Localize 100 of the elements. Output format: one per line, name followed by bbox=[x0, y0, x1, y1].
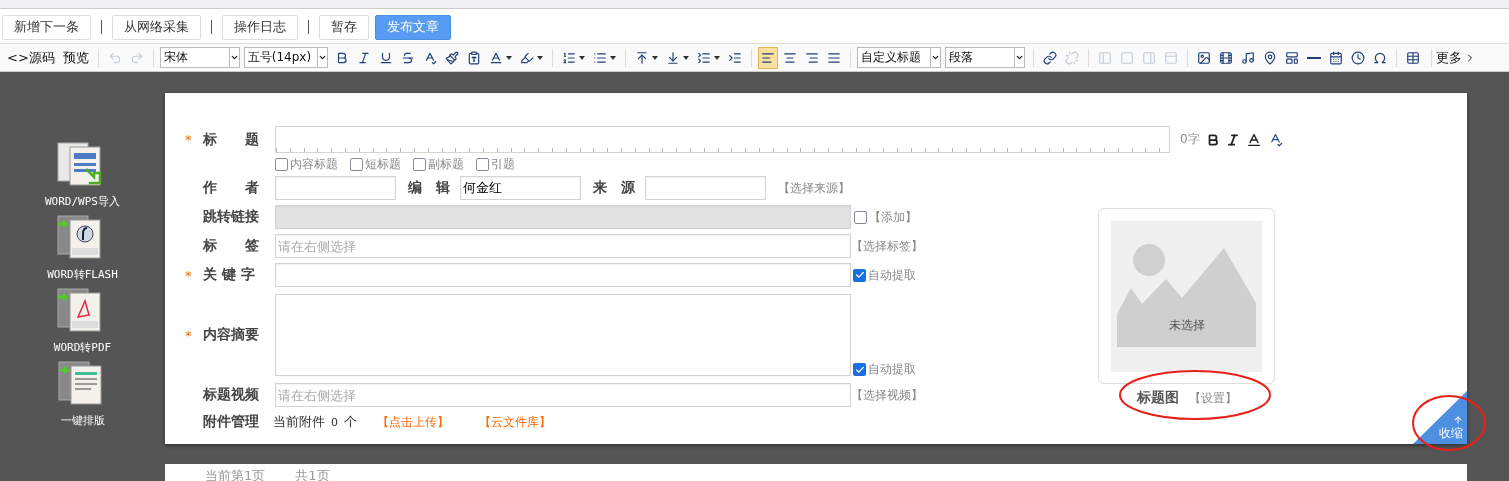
checkbox-label: 引题 bbox=[491, 155, 515, 173]
omega-icon bbox=[1372, 50, 1387, 65]
float-right-icon bbox=[1141, 50, 1156, 65]
select-video-link[interactable]: 【选择视频】 bbox=[851, 386, 923, 404]
sidebar-item[interactable]: WORD转FLASH bbox=[47, 214, 118, 282]
image-icon bbox=[1196, 50, 1211, 65]
checkbox[interactable] bbox=[853, 268, 866, 282]
sidebar-item[interactable]: WORD/WPS导入 bbox=[45, 141, 120, 209]
action-button[interactable]: 从网络采集 bbox=[112, 14, 201, 40]
field-label: 作 者 bbox=[203, 179, 259, 197]
sidebar-item[interactable]: 一键排版 bbox=[56, 360, 109, 428]
dropdown-arrow-icon bbox=[228, 48, 239, 67]
dropdown-arrow-icon bbox=[929, 48, 940, 67]
thumbnail-label: 标题图 bbox=[1136, 389, 1179, 407]
line-height-icon bbox=[696, 50, 711, 65]
required-asterisk: * bbox=[185, 132, 193, 147]
field-label: 标 题 bbox=[203, 130, 259, 149]
thumbnail-frame[interactable]: 未选择 bbox=[1098, 208, 1275, 384]
checkbox-label: 副标题 bbox=[428, 155, 464, 173]
attachment-count: 0 bbox=[331, 415, 338, 429]
map-pin-icon bbox=[1262, 50, 1277, 65]
attachment-unit: 个 bbox=[344, 413, 357, 431]
checkbox-label: 短标题 bbox=[365, 155, 401, 173]
bullet-list-icon bbox=[592, 50, 607, 65]
character-count: 0字 bbox=[1180, 131, 1200, 148]
table-icon bbox=[1405, 50, 1420, 65]
set-thumbnail-link[interactable]: 【设置】 bbox=[1188, 389, 1237, 407]
tags-input[interactable]: 请在右侧选择 bbox=[275, 234, 851, 258]
undo-icon bbox=[107, 50, 122, 65]
checkbox-label: 自动提取 bbox=[868, 361, 916, 378]
field-label: 标 签 bbox=[203, 237, 259, 255]
sidebar-item[interactable]: WORD转PDF bbox=[53, 287, 112, 355]
checkbox[interactable] bbox=[853, 363, 866, 376]
select-tags-link[interactable]: 【选择标签】 bbox=[851, 237, 923, 255]
font-color-icon[interactable] bbox=[1245, 131, 1262, 148]
horizontal-line-icon bbox=[1306, 56, 1321, 59]
align-justify-icon bbox=[826, 50, 841, 65]
link-icon bbox=[1042, 50, 1057, 65]
video-input[interactable]: 请在右侧选择 bbox=[275, 383, 851, 407]
toolbar-text-button[interactable]: <>源码 bbox=[4, 48, 58, 67]
dropdown-arrow-icon bbox=[316, 48, 327, 67]
action-button[interactable]: 新增下一条 bbox=[2, 14, 91, 40]
italic-icon[interactable] bbox=[1225, 132, 1240, 147]
space-after-icon bbox=[665, 50, 680, 65]
field-label: 来 源 bbox=[593, 179, 635, 197]
checkbox[interactable] bbox=[476, 157, 489, 171]
checkbox-label: 自动提取 bbox=[868, 266, 916, 284]
more-button[interactable]: 更多 bbox=[1430, 48, 1480, 67]
toolbar-select[interactable]: 自定义标题 bbox=[856, 47, 941, 68]
keywords-input[interactable] bbox=[275, 263, 851, 287]
redo-icon bbox=[129, 50, 144, 65]
required-asterisk: * bbox=[185, 267, 193, 283]
space-before-icon bbox=[634, 50, 649, 65]
attachment-label: 当前附件 bbox=[273, 413, 325, 431]
author-input[interactable] bbox=[275, 176, 396, 200]
align-left-button[interactable] bbox=[757, 46, 778, 69]
align-center-icon bbox=[782, 50, 797, 65]
align-right-icon bbox=[804, 50, 819, 65]
float-center-icon bbox=[1163, 50, 1178, 65]
indent-icon bbox=[727, 50, 742, 65]
editor-input[interactable]: 何金红 bbox=[460, 176, 581, 200]
checkbox-label: 内容标题 bbox=[290, 155, 338, 173]
toolbar-text-button[interactable]: 预览 bbox=[59, 48, 92, 67]
paintbrush-icon bbox=[444, 50, 459, 65]
calendar-icon bbox=[1328, 50, 1343, 65]
thumbnail-status: 未选择 bbox=[1167, 316, 1206, 334]
align-left-icon bbox=[760, 50, 775, 65]
unlink-icon bbox=[1064, 50, 1079, 65]
dropdown-arrow-icon bbox=[1013, 48, 1024, 67]
field-label: 内容摘要 bbox=[203, 326, 259, 344]
toolbar-select[interactable]: 段落 bbox=[944, 47, 1025, 68]
paste-text-icon bbox=[466, 50, 481, 65]
field-label: 标题视频 bbox=[203, 386, 259, 404]
clock-icon bbox=[1350, 50, 1365, 65]
field-label: 附件管理 bbox=[203, 413, 259, 431]
source-input[interactable] bbox=[645, 176, 766, 200]
toolbar-select[interactable]: 宋体 bbox=[159, 47, 240, 68]
music-icon bbox=[1240, 50, 1255, 65]
checkbox[interactable] bbox=[350, 157, 363, 171]
required-asterisk: * bbox=[185, 327, 193, 343]
ordered-list-icon bbox=[561, 50, 576, 65]
underline-icon bbox=[378, 50, 393, 65]
italic-icon bbox=[356, 50, 371, 65]
checkbox[interactable] bbox=[275, 157, 288, 171]
title-input[interactable] bbox=[275, 126, 1170, 153]
checkbox[interactable] bbox=[413, 157, 426, 171]
template-icon bbox=[1284, 50, 1299, 65]
strikethrough-icon bbox=[400, 50, 415, 65]
float-none-icon bbox=[1119, 50, 1134, 65]
field-label: 编 辑 bbox=[408, 179, 450, 197]
film-icon bbox=[1218, 50, 1233, 65]
field-label: 关 键 字 bbox=[203, 266, 255, 284]
font-color-icon bbox=[488, 50, 503, 65]
action-button[interactable]: 暂存 bbox=[319, 14, 369, 40]
action-button[interactable]: 操作日志 bbox=[222, 14, 298, 40]
toolbar-select[interactable]: 五号(14px) bbox=[243, 47, 328, 68]
select-source-link[interactable]: 【选择来源】 bbox=[778, 179, 850, 197]
arrow-up-icon bbox=[1453, 415, 1463, 425]
field-label: 跳转链接 bbox=[203, 208, 259, 226]
float-left-icon bbox=[1097, 50, 1112, 65]
